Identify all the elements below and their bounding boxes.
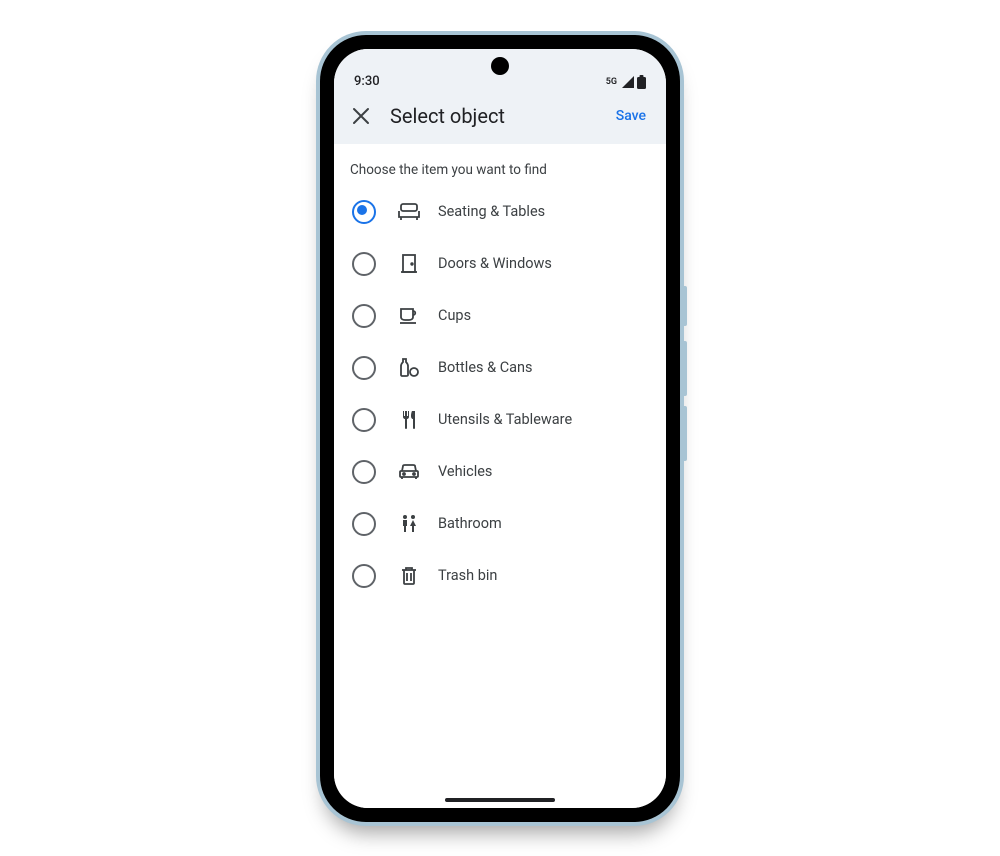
bathroom-icon	[398, 513, 420, 535]
radio-button[interactable]	[352, 564, 376, 588]
cup-icon	[398, 305, 420, 327]
trash-icon	[398, 565, 420, 587]
option-bathroom[interactable]: Bathroom	[348, 498, 652, 550]
side-button	[684, 286, 687, 326]
seating-icon	[398, 201, 420, 223]
save-button[interactable]: Save	[616, 108, 650, 124]
phone-frame: 9:30 5G Select object Save	[316, 31, 684, 826]
option-doors-windows[interactable]: Doors & Windows	[348, 238, 652, 290]
page-title: Select object	[390, 104, 616, 128]
front-camera	[491, 57, 509, 75]
option-cups[interactable]: Cups	[348, 290, 652, 342]
signal-icon	[621, 76, 635, 88]
option-utensils-tableware[interactable]: Utensils & Tableware	[348, 394, 652, 446]
radio-button[interactable]	[352, 200, 376, 224]
content-area: Choose the item you want to find Seating…	[334, 144, 666, 808]
option-bottles-cans[interactable]: Bottles & Cans	[348, 342, 652, 394]
app-bar: Select object Save	[334, 92, 666, 144]
battery-icon	[637, 75, 646, 89]
subtitle: Choose the item you want to find	[348, 162, 652, 178]
option-label: Bottles & Cans	[438, 359, 533, 376]
radio-button[interactable]	[352, 460, 376, 484]
option-trash-bin[interactable]: Trash bin	[348, 550, 652, 602]
option-vehicles[interactable]: Vehicles	[348, 446, 652, 498]
vehicle-icon	[398, 461, 420, 483]
nav-handle[interactable]	[445, 798, 555, 802]
option-label: Trash bin	[438, 567, 497, 584]
option-label: Cups	[438, 307, 471, 324]
option-label: Vehicles	[438, 463, 492, 480]
network-label: 5G	[606, 77, 617, 87]
option-label: Seating & Tables	[438, 203, 545, 220]
status-time: 9:30	[354, 74, 380, 89]
utensils-icon	[398, 409, 420, 431]
close-icon[interactable]	[350, 105, 372, 127]
option-label: Utensils & Tableware	[438, 411, 572, 428]
radio-button[interactable]	[352, 304, 376, 328]
radio-button[interactable]	[352, 512, 376, 536]
door-icon	[398, 253, 420, 275]
option-label: Doors & Windows	[438, 255, 552, 272]
option-label: Bathroom	[438, 515, 502, 532]
side-button	[684, 406, 687, 461]
radio-button[interactable]	[352, 408, 376, 432]
side-button	[684, 341, 687, 396]
radio-button[interactable]	[352, 356, 376, 380]
bottle-icon	[398, 357, 420, 379]
option-seating-tables[interactable]: Seating & Tables	[348, 186, 652, 238]
radio-button[interactable]	[352, 252, 376, 276]
